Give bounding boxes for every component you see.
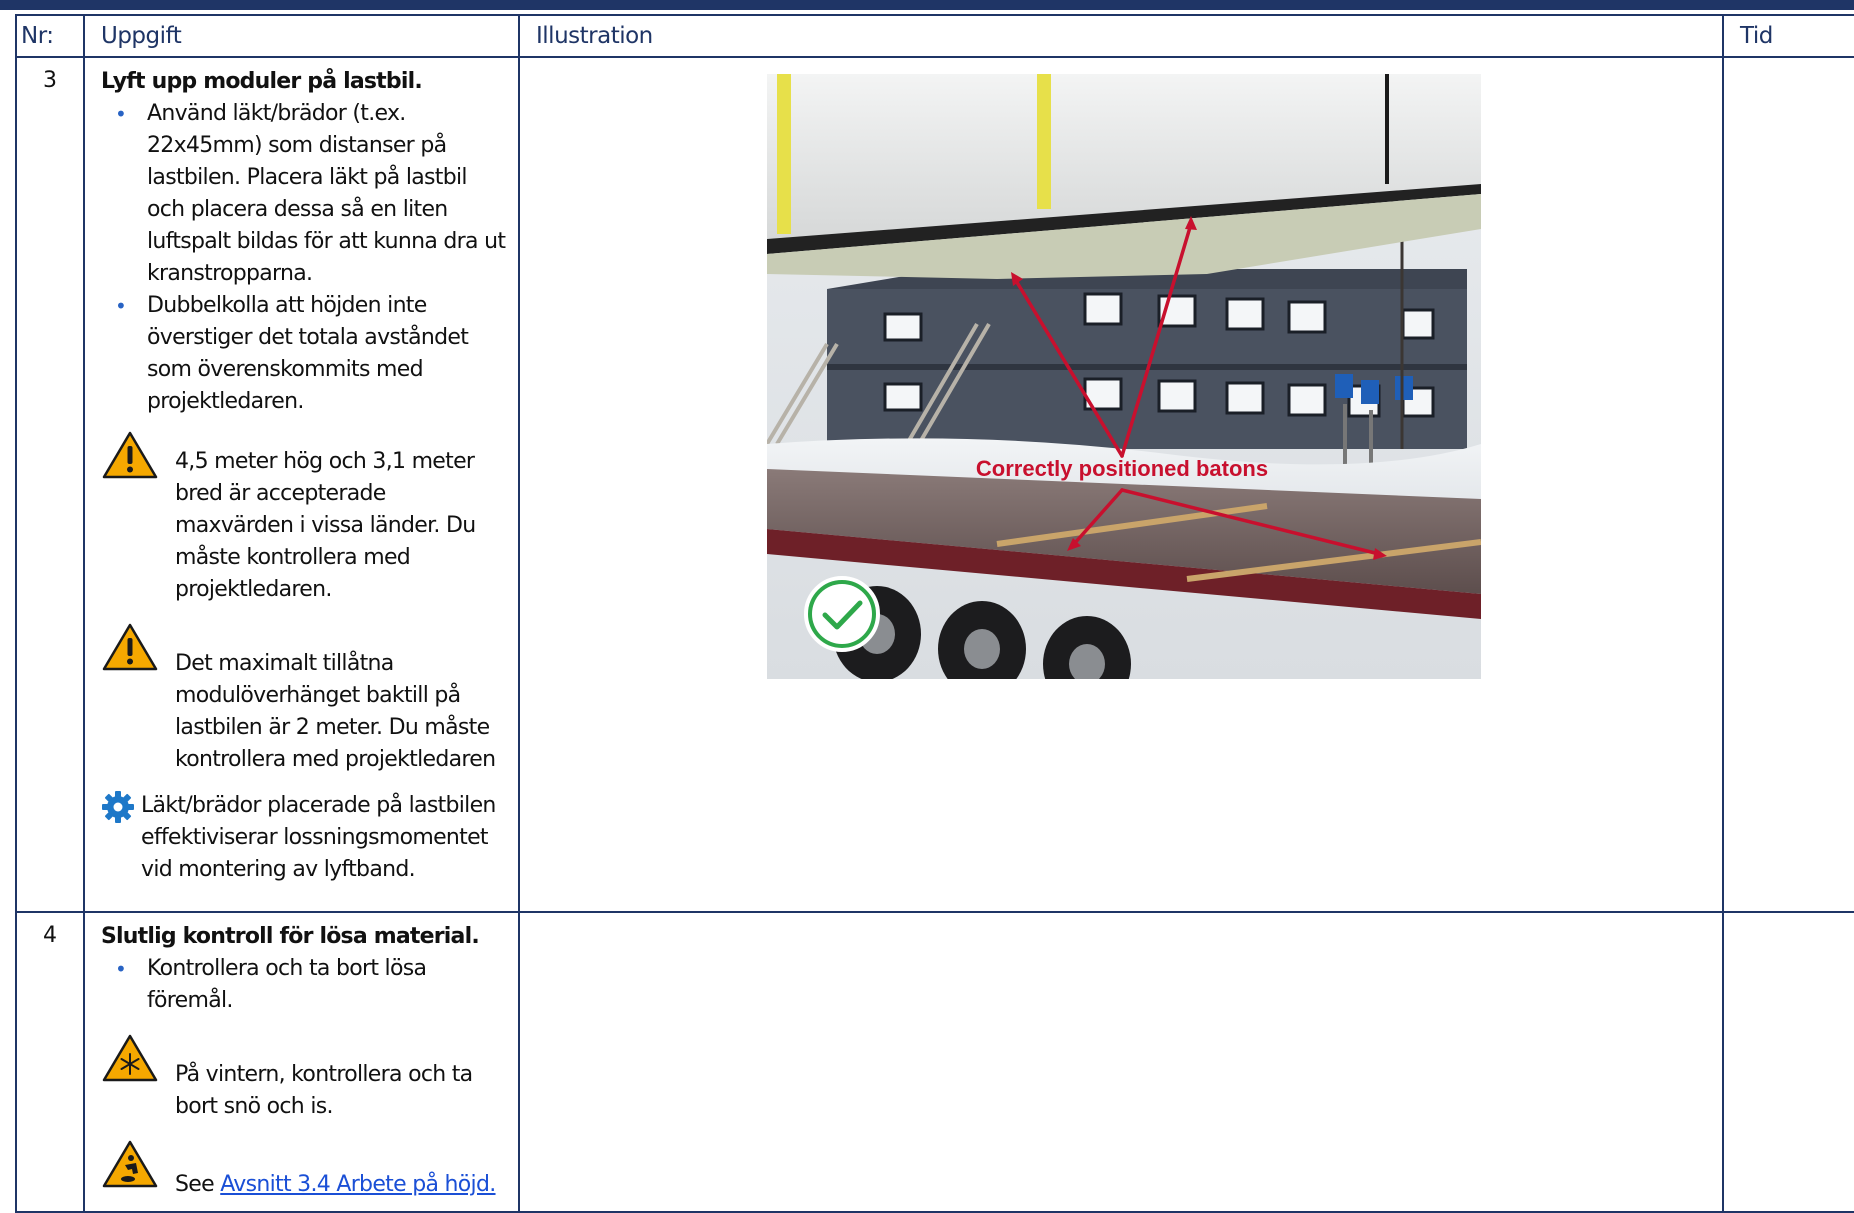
warning-icon xyxy=(101,430,159,490)
warning-note: Det maximalt tillåtna modulöverhänget ba… xyxy=(101,622,508,776)
list-item: • Kontrollera och ta bort lösa föremål. xyxy=(101,953,508,1017)
top-rule xyxy=(0,0,1854,10)
tip-note: Läkt/brädor placerade på lastbilen effek… xyxy=(101,790,508,886)
task-cell: Slutlig kontroll för lösa material. • Ko… xyxy=(83,911,520,1213)
document-page: Nr: Uppgift Illustration Tid 3 Lyft upp … xyxy=(0,0,1854,1213)
table-row: 3 Lyft upp moduler på lastbil. • Använd … xyxy=(15,56,1854,913)
header-illustration: Illustration xyxy=(518,14,1724,58)
illustration-cell: Correctly positioned batons xyxy=(518,56,1724,913)
annotation-label: Correctly positioned batons xyxy=(976,456,1268,481)
task-cell: Lyft upp moduler på lastbil. • Använd lä… xyxy=(83,56,520,913)
warning-icon xyxy=(101,622,159,682)
task-title: Slutlig kontroll för lösa material. xyxy=(101,924,480,949)
fall-hazard-icon xyxy=(101,1139,159,1199)
bullet-icon: • xyxy=(115,102,127,126)
list-item: • Dubbelkolla att höjden inte överstiger… xyxy=(101,290,508,418)
list-item: • Använd läkt/brädor (t.ex. 22x45mm) som… xyxy=(101,98,508,290)
time-cell xyxy=(1722,56,1854,913)
warning-note: 4,5 meter hög och 3,1 meter bred är acce… xyxy=(101,430,508,606)
checkmark-icon xyxy=(804,576,880,652)
row-number: 4 xyxy=(15,911,85,1213)
header-nr: Nr: xyxy=(15,14,85,58)
bullet-icon: • xyxy=(115,294,127,318)
height-note: See Avsnitt 3.4 Arbete på höjd. xyxy=(101,1139,508,1201)
header-row: Nr: Uppgift Illustration Tid xyxy=(15,14,1854,58)
instruction-table: Nr: Uppgift Illustration Tid 3 Lyft upp … xyxy=(15,14,1854,1213)
section-link[interactable]: Avsnitt 3.4 Arbete på höjd. xyxy=(220,1172,496,1197)
see-prefix: See xyxy=(175,1172,215,1197)
winter-note: På vintern, kontrollera och ta bort snö … xyxy=(101,1033,508,1123)
winter-text: På vintern, kontrollera och ta bort snö … xyxy=(175,1062,473,1119)
illustration-cell-empty xyxy=(518,911,1724,1213)
header-time: Tid xyxy=(1722,14,1854,58)
tip-text: Läkt/brädor placerade på lastbilen effek… xyxy=(141,793,496,882)
table-row: 4 Slutlig kontroll för lösa material. • … xyxy=(15,911,1854,1213)
bullet-text: Använd läkt/brädor (t.ex. 22x45mm) som d… xyxy=(147,101,506,286)
task-title: Lyft upp moduler på lastbil. xyxy=(101,69,423,94)
snowflake-warning-icon xyxy=(101,1033,159,1093)
bullet-icon: • xyxy=(115,957,127,981)
header-task: Uppgift xyxy=(83,14,520,58)
bullet-text: Dubbelkolla att höjden inte överstiger d… xyxy=(147,293,469,414)
warning-text: Det maximalt tillåtna modulöverhänget ba… xyxy=(175,651,496,772)
bullet-text: Kontrollera och ta bort lösa föremål. xyxy=(147,956,427,1013)
truck-photo: Correctly positioned batons xyxy=(767,74,1481,679)
time-cell xyxy=(1722,911,1854,1213)
see-reference: See Avsnitt 3.4 Arbete på höjd. xyxy=(175,1139,508,1201)
row-number: 3 xyxy=(15,56,85,913)
gear-icon xyxy=(101,790,135,834)
warning-text: 4,5 meter hög och 3,1 meter bred är acce… xyxy=(175,449,476,602)
